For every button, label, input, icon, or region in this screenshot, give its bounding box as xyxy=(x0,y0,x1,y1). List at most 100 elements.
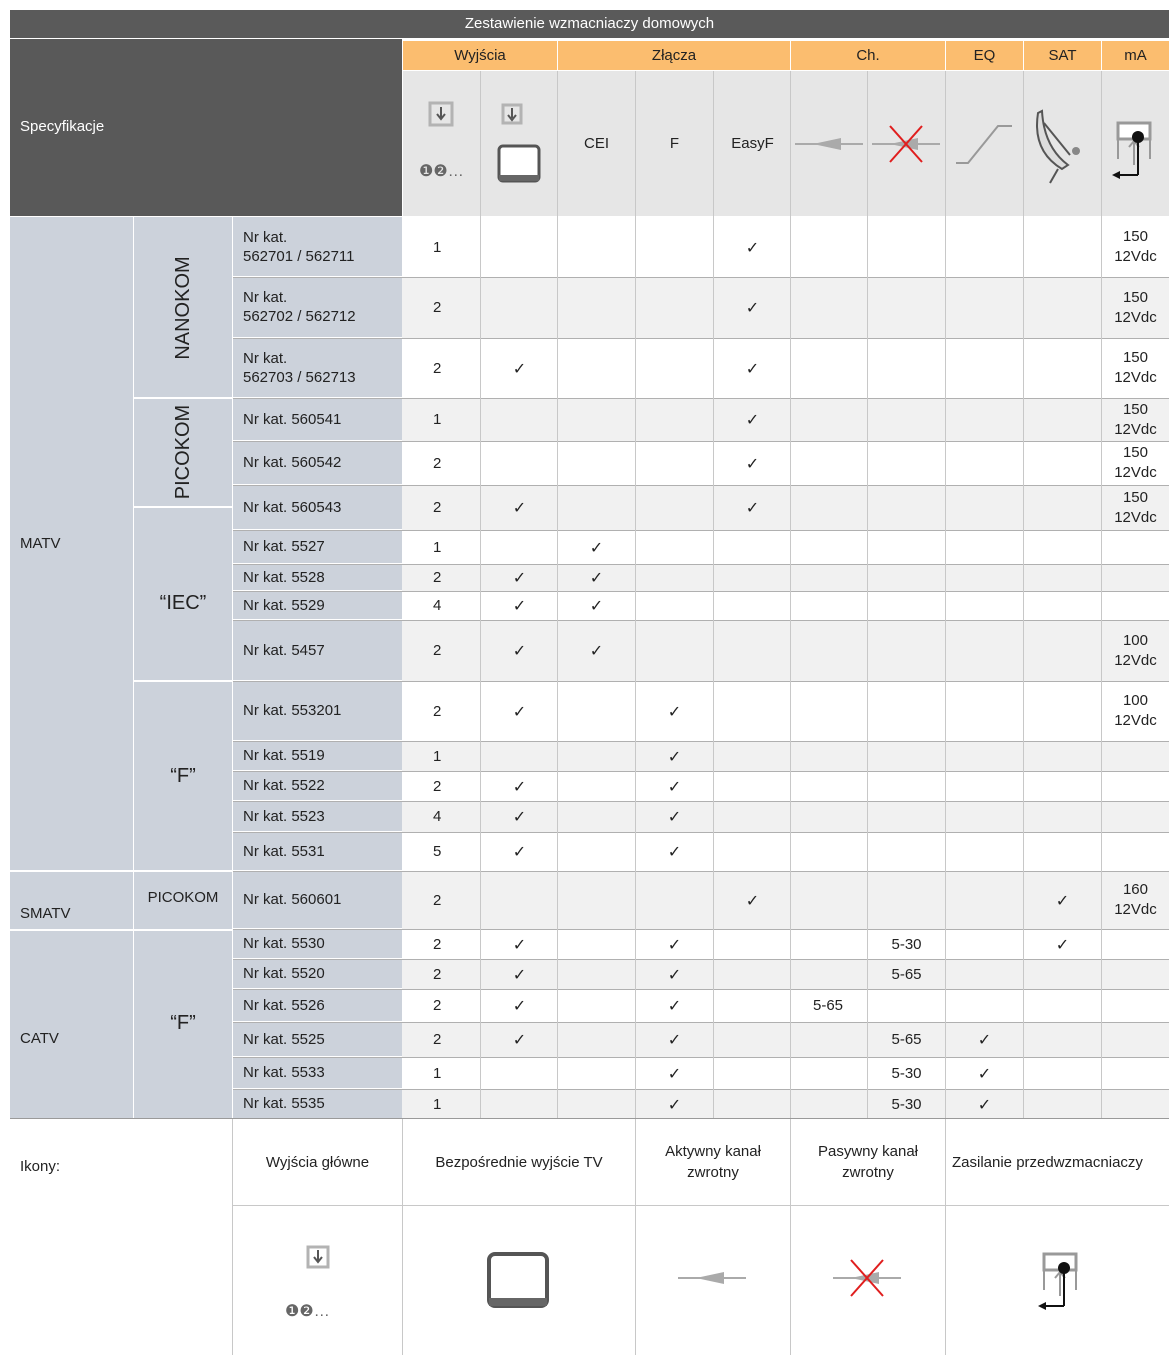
cell-active xyxy=(791,591,868,620)
cell-out: 2 xyxy=(433,935,442,953)
cell-passive xyxy=(868,871,945,929)
cell-cei xyxy=(558,441,635,485)
cell-ma: 150 12Vdc xyxy=(1114,444,1157,481)
column-divider xyxy=(945,71,946,1119)
row-divider xyxy=(233,929,1169,930)
cell-eq xyxy=(946,398,1023,441)
cell-sat: ✓ xyxy=(1055,934,1070,954)
cell-active xyxy=(791,741,868,771)
cell-passive: 5-65 xyxy=(891,1031,922,1048)
cell-out: 1 xyxy=(433,238,442,256)
cell-tv xyxy=(481,1057,558,1089)
cell-eq xyxy=(946,338,1023,398)
cell-easyf xyxy=(714,1057,791,1089)
cell-passive xyxy=(868,832,945,871)
group-sat: SAT xyxy=(1024,41,1101,70)
cell-eq: ✓ xyxy=(977,1063,992,1083)
cell-passive xyxy=(868,989,945,1022)
cell-ma xyxy=(1102,591,1169,620)
cell-passive xyxy=(868,681,945,741)
cell-tv: ✓ xyxy=(512,776,527,796)
family-picokom: PICOKOM xyxy=(172,404,194,500)
cell-ma: 100 12Vdc xyxy=(1114,631,1157,669)
cell-passive xyxy=(868,338,945,398)
cell-out: 1 xyxy=(433,1064,442,1082)
connector-cei: CEI xyxy=(583,135,609,152)
row-label: Nr kat. 560543 xyxy=(233,485,402,529)
main-output-header-icon: ❶❷… xyxy=(403,71,480,216)
cell-out: 2 xyxy=(433,1031,442,1048)
cell-eq xyxy=(946,959,1023,989)
cell-passive xyxy=(868,741,945,771)
legend-power-icon-cell xyxy=(946,1206,1169,1355)
cell-tv: ✓ xyxy=(512,1030,527,1049)
cell-out: 1 xyxy=(433,538,442,556)
row-divider xyxy=(233,959,1169,960)
spec-label: Specyfikacje xyxy=(20,118,105,135)
column-divider xyxy=(557,71,558,1119)
row-label: Nr kat. 560542 xyxy=(233,441,402,484)
cell-easyf xyxy=(714,1089,791,1119)
cell-cei xyxy=(558,338,635,398)
cell-tv xyxy=(481,1089,558,1119)
cell-f: ✓ xyxy=(667,1030,682,1049)
cell-eq xyxy=(946,801,1023,832)
cell-passive xyxy=(868,771,945,801)
row-divider xyxy=(233,530,1169,531)
connector-easyf: EasyF xyxy=(731,135,774,152)
cell-ma xyxy=(1102,771,1169,801)
cell-ma: 150 12Vdc xyxy=(1114,349,1157,386)
legend-active-return: Aktywny kanał zwrotny xyxy=(665,1143,761,1181)
cell-f xyxy=(636,338,713,398)
cell-f: ✓ xyxy=(667,842,682,861)
cell-cei xyxy=(558,485,635,530)
group-channel: Ch. xyxy=(791,41,945,70)
cell-out: 1 xyxy=(433,747,442,765)
cell-sat xyxy=(1024,441,1101,485)
cell-eq xyxy=(946,441,1023,485)
row-divider xyxy=(233,741,1169,742)
cell-eq xyxy=(946,771,1023,801)
cell-tv xyxy=(481,741,558,771)
column-divider xyxy=(635,71,636,1119)
cell-easyf: ✓ xyxy=(745,298,760,317)
family-nanokom: NANOKOM xyxy=(172,256,194,360)
cell-f xyxy=(636,620,713,681)
cell-passive xyxy=(868,564,945,591)
fam-divider-3 xyxy=(134,680,232,682)
cell-active xyxy=(791,564,868,591)
cell-cei xyxy=(558,1057,635,1089)
direct-tv-header-icon xyxy=(481,71,558,216)
cell-passive: 5-65 xyxy=(891,965,922,983)
cell-out: 2 xyxy=(433,965,442,983)
tv-icon xyxy=(497,103,541,183)
cell-easyf: ✓ xyxy=(745,358,760,378)
cell-passive xyxy=(868,485,945,530)
cell-out: 2 xyxy=(433,702,442,720)
cell-easyf xyxy=(714,771,791,801)
eq-slope-icon xyxy=(956,125,1012,164)
cell-sat: ✓ xyxy=(1055,890,1070,910)
row-divider xyxy=(233,989,1169,990)
group-columns-bg xyxy=(10,217,232,1119)
cell-cei xyxy=(558,277,635,338)
cell-eq xyxy=(946,741,1023,771)
cell-active xyxy=(791,929,868,959)
cell-tv: ✓ xyxy=(512,358,527,378)
cell-cei xyxy=(558,771,635,801)
cell-eq xyxy=(946,681,1023,741)
cell-sat xyxy=(1024,832,1101,871)
row-divider xyxy=(233,485,1169,486)
column-divider xyxy=(480,71,481,1119)
cell-easyf xyxy=(714,1022,791,1057)
row-divider xyxy=(233,398,1169,399)
cell-cei xyxy=(558,681,635,741)
legend-direct-tv: Bezpośrednie wyjście TV xyxy=(435,1153,603,1171)
passive-return-header xyxy=(868,71,945,216)
cell-tv xyxy=(481,441,558,485)
cell-easyf xyxy=(714,591,791,620)
cell-tv: ✓ xyxy=(512,641,527,660)
cell-out: 2 xyxy=(433,454,442,472)
satellite-dish-icon xyxy=(1036,109,1080,184)
cell-passive xyxy=(868,620,945,681)
